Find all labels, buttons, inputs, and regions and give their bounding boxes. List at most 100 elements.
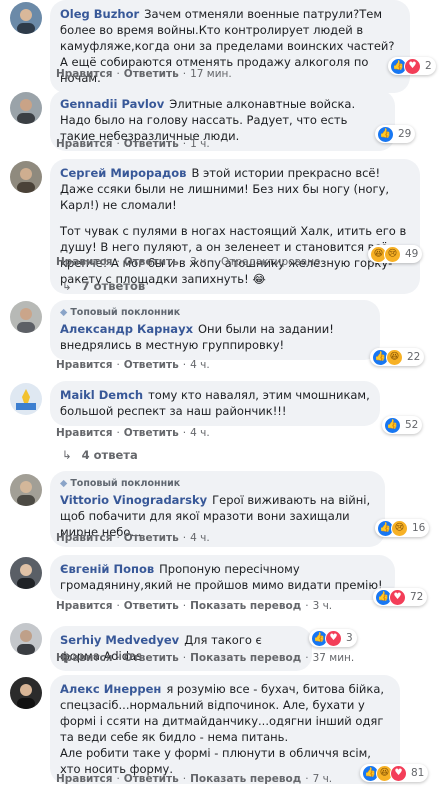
author-name[interactable]: Gennadii Pavlov [60, 97, 164, 111]
reaction-summary[interactable]: 👍 ♥ 2 [388, 57, 436, 75]
comment-actions: Нравится · Ответить · 4 ч. [56, 359, 210, 371]
like-reaction-icon: 👍 [384, 416, 401, 434]
love-reaction-icon: ♥ [404, 57, 421, 75]
love-reaction-icon: ♥ [390, 764, 407, 782]
view-replies-link[interactable]: ↳ 7 ответов [62, 279, 145, 293]
reaction-summary[interactable]: 👍 😆 22 [370, 348, 425, 366]
reaction-count: 3 [346, 632, 353, 644]
reply-arrow-icon: ↳ [62, 448, 72, 462]
sad-reaction-icon: 😢 [391, 519, 408, 537]
avatar[interactable] [10, 92, 42, 124]
show-translation-button[interactable]: Показать перевод [190, 773, 301, 785]
timestamp[interactable]: 1 ч. [190, 138, 210, 150]
like-button[interactable]: Нравится [56, 600, 112, 612]
reaction-count: 52 [405, 419, 419, 431]
diamond-icon: ◆ [60, 478, 68, 489]
author-name[interactable]: Oleg Buzhor [60, 7, 139, 21]
comment-bubble: Maikl Demch тому кто навалял, этим чмошни… [50, 381, 380, 426]
author-name[interactable]: Maikl Demch [60, 388, 143, 402]
author-name[interactable]: Євгеній Попов [60, 562, 154, 576]
avatar[interactable] [10, 557, 42, 589]
timestamp[interactable]: 3 ч. [190, 256, 210, 268]
show-translation-button[interactable]: Показать перевод [190, 600, 301, 612]
top-fan-badge: ◆ Топовый поклонник [60, 307, 181, 318]
reaction-summary[interactable]: 👍 29 [375, 125, 416, 143]
timestamp[interactable]: 4 ч. [190, 532, 210, 544]
like-button[interactable]: Нравится [56, 68, 112, 80]
reply-button[interactable]: Ответить [124, 652, 179, 664]
reply-button[interactable]: Ответить [124, 256, 179, 268]
like-button[interactable]: Нравится [56, 427, 112, 439]
reaction-count: 29 [398, 128, 412, 140]
love-reaction-icon: ♥ [389, 588, 406, 606]
reply-button[interactable]: Ответить [124, 138, 179, 150]
author-name[interactable]: Александр Карнаух [60, 322, 193, 336]
comment-actions: Нравится · Ответить · 4 ч. [56, 532, 210, 544]
comment-bubble: Євгеній Попов Пропоную пересічному громад… [50, 555, 395, 600]
reaction-summary[interactable]: 👍 52 [382, 416, 423, 434]
comment-bubble: ◆ Топовый поклонник Александр Карнаух Они … [50, 300, 380, 360]
avatar[interactable] [10, 2, 42, 34]
comment-bubble: Алекс Инеррен я розумію все - бухач, бито… [50, 675, 400, 784]
reply-button[interactable]: Ответить [124, 773, 179, 785]
comment-bubble: Serhiy Medvedyev Для такого є форма Adida… [50, 626, 312, 671]
timestamp[interactable]: 37 мин. [313, 652, 355, 664]
edited-label: Отредактировано [221, 256, 321, 268]
reply-button[interactable]: Ответить [124, 359, 179, 371]
reaction-count: 16 [412, 522, 426, 534]
avatar[interactable] [10, 474, 42, 506]
like-reaction-icon: 👍 [377, 125, 394, 143]
reaction-summary[interactable]: 👍 ♥ 3 [309, 629, 357, 647]
author-name[interactable]: Сергей Мирорадов [60, 166, 186, 180]
show-translation-button[interactable]: Показать перевод [190, 652, 301, 664]
comment-actions: Нравится · Ответить · Показать перевод · 37 ми… [56, 652, 355, 664]
author-name[interactable]: Алекс Инеррен [60, 682, 161, 696]
reply-arrow-icon: ↳ [62, 279, 72, 293]
avatar[interactable] [10, 383, 42, 415]
author-name[interactable]: Serhiy Medvedyev [60, 633, 179, 647]
comment-actions: Нравится · Ответить · Показать перевод · 7 ч. [56, 773, 333, 785]
reply-button[interactable]: Ответить [124, 600, 179, 612]
like-button[interactable]: Нравится [56, 652, 112, 664]
reply-button[interactable]: Ответить [124, 427, 179, 439]
haha-reaction-icon: 😆 [386, 348, 403, 366]
author-name[interactable]: Vittorio Vinogradarsky [60, 493, 207, 507]
comment-actions: Нравится · Ответить · 3 ч. · Отредактировано [56, 256, 321, 268]
reaction-summary[interactable]: 👍 😆 ♥ 81 [360, 764, 429, 782]
reply-button[interactable]: Ответить [124, 68, 179, 80]
like-button[interactable]: Нравится [56, 138, 112, 150]
comment-bubble: Сергей Мирорадов В этой истории прекрасно… [50, 159, 420, 294]
avatar[interactable] [10, 161, 42, 193]
like-button[interactable]: Нравится [56, 773, 112, 785]
avatar[interactable] [10, 301, 42, 333]
comment-actions: Нравится · Ответить · Показать перевод · 3 ч. [56, 600, 333, 612]
comment-actions: Нравится · Ответить · 17 мин. [56, 68, 232, 80]
like-button[interactable]: Нравится [56, 532, 112, 544]
timestamp[interactable]: 17 мин. [190, 68, 232, 80]
reaction-summary[interactable]: 😆 😢 49 [368, 245, 423, 263]
timestamp[interactable]: 4 ч. [190, 359, 210, 371]
reaction-count: 49 [405, 248, 419, 260]
diamond-icon: ◆ [60, 307, 68, 318]
comment-actions: Нравится · Ответить · 4 ч. [56, 427, 210, 439]
reaction-count: 22 [407, 351, 421, 363]
timestamp[interactable]: 3 ч. [313, 600, 333, 612]
timestamp[interactable]: 7 ч. [313, 773, 333, 785]
top-fan-badge: ◆ Топовый поклонник [60, 478, 181, 489]
avatar[interactable] [10, 623, 42, 655]
reaction-count: 2 [425, 60, 432, 72]
like-button[interactable]: Нравится [56, 256, 112, 268]
like-button[interactable]: Нравится [56, 359, 112, 371]
comment-text-paragraph: Тот чувак с пулями в ногах настоящий Хал… [60, 224, 407, 286]
reaction-count: 81 [411, 767, 425, 779]
reaction-count: 72 [410, 591, 424, 603]
timestamp[interactable]: 4 ч. [190, 427, 210, 439]
sad-reaction-icon: 😢 [384, 245, 401, 263]
comment-actions: Нравится · Ответить · 1 ч. [56, 138, 210, 150]
reaction-summary[interactable]: 👍 😢 16 [375, 519, 430, 537]
reply-button[interactable]: Ответить [124, 532, 179, 544]
reaction-summary[interactable]: 👍 ♥ 72 [373, 588, 428, 606]
view-replies-link[interactable]: ↳ 4 ответа [62, 448, 138, 462]
love-reaction-icon: ♥ [325, 629, 342, 647]
avatar[interactable] [10, 677, 42, 709]
